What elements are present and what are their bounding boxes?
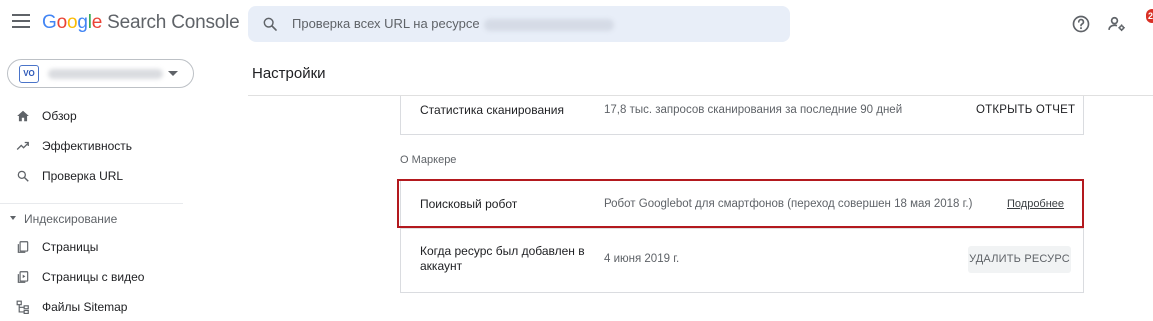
sidebar-item-performance[interactable]: Эффективность	[0, 132, 183, 160]
sidebar-item-label: Файлы Sitemap	[42, 300, 128, 314]
url-inspection-search-input[interactable]: Проверка всех URL на ресурсе	[248, 6, 790, 42]
remove-property-button[interactable]: УДАЛИТЬ РЕСУРС	[968, 246, 1071, 273]
sidebar-item-pages[interactable]: Страницы	[0, 233, 183, 261]
learn-more-link[interactable]: Подробнее	[1007, 198, 1064, 210]
search-icon	[17, 170, 29, 182]
trend-icon	[16, 141, 29, 150]
row-divider	[401, 228, 1083, 229]
sidebar-item-video-pages[interactable]: Страницы с видео	[0, 263, 183, 291]
sidebar-section-indexing[interactable]: Индексирование	[0, 203, 183, 231]
search-console-logo[interactable]: Google Search Console	[42, 12, 240, 34]
home-icon	[17, 110, 29, 122]
sidebar-item-overview[interactable]: Обзор	[0, 102, 183, 130]
page-title: Настройки	[252, 65, 326, 82]
sidebar-item-url-inspection[interactable]: Проверка URL	[0, 162, 183, 190]
crawl-stats-card: Статистика сканирования 17,8 тыс. запрос…	[400, 96, 1084, 135]
caret-down-icon	[10, 216, 16, 220]
crawler-value: Робот Googlebot для смартфонов (переход …	[604, 198, 973, 210]
help-icon[interactable]	[1071, 14, 1091, 34]
sidebar-item-label: Эффективность	[42, 139, 133, 153]
user-settings-icon[interactable]	[1107, 14, 1127, 34]
video-pages-icon	[17, 271, 29, 283]
sidebar-item-label: Страницы с видео	[42, 270, 145, 284]
property-favicon: VO	[19, 65, 39, 83]
product-name: Search Console	[107, 12, 240, 33]
sidebar-item-label: Обзор	[42, 109, 77, 123]
chevron-down-icon	[168, 71, 178, 76]
search-placeholder: Проверка всех URL на ресурсе	[292, 16, 614, 31]
crawl-stats-value: 17,8 тыс. запросов сканирования за после…	[604, 104, 903, 116]
about-card: Поисковый робот Робот Googlebot для смар…	[400, 179, 1084, 293]
added-date-value: 4 июня 2019 г.	[604, 253, 680, 265]
sidebar-item-sitemaps[interactable]: Файлы Sitemap	[0, 293, 183, 321]
blurred-property-url	[483, 18, 614, 31]
menu-icon[interactable]	[12, 14, 30, 32]
property-selector[interactable]: VO	[7, 59, 194, 88]
crawler-label: Поисковый робот	[420, 197, 518, 211]
search-icon	[263, 17, 277, 31]
added-date-label: Когда ресурс был добавлен в аккаунт	[420, 244, 585, 273]
open-report-button[interactable]: ОТКРЫТЬ ОТЧЕТ	[976, 104, 1075, 116]
pages-icon	[17, 241, 29, 253]
about-section-caption: О Маркере	[400, 154, 457, 166]
blurred-property-name	[48, 69, 163, 79]
sidebar-item-label: Проверка URL	[42, 169, 124, 183]
crawl-stats-label: Статистика сканирования	[420, 103, 564, 117]
sitemap-icon	[16, 300, 29, 314]
sidebar-item-label: Страницы	[42, 240, 99, 254]
notification-badge[interactable]: 2	[1146, 9, 1153, 23]
top-app-bar: Google Search Console Проверка всех URL н…	[0, 0, 1153, 48]
sidebar-section-label: Индексирование	[24, 212, 118, 226]
